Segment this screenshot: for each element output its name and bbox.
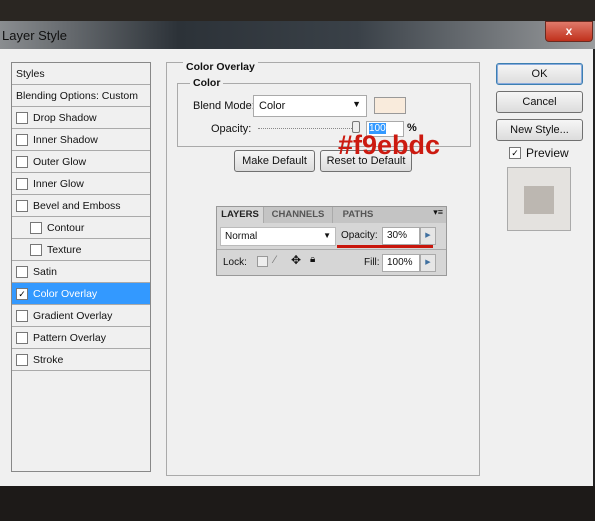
background-bottom <box>0 486 595 521</box>
blend-mode-label: Blend Mode: <box>193 100 255 112</box>
checkbox-icon[interactable] <box>16 265 28 278</box>
sidebar-item[interactable]: ✓ Color Overlay <box>12 283 150 305</box>
checkbox-icon[interactable] <box>16 353 28 366</box>
ok-button[interactable]: OK <box>496 63 583 85</box>
sidebar-item-label: Pattern Overlay <box>33 331 106 344</box>
sidebar-item[interactable]: Styles <box>12 63 150 85</box>
fill-label: Fill: <box>364 257 380 268</box>
layer-opacity-value: 30% <box>387 230 408 241</box>
group-title: Color <box>190 77 224 89</box>
brush-icon[interactable]: ⁄ <box>274 254 276 266</box>
layer-blend-select[interactable]: Normal ▼ <box>220 227 336 246</box>
opacity-label: Opacity: <box>211 123 252 135</box>
sidebar-item-label: Color Overlay <box>33 287 98 300</box>
sidebar-item[interactable]: Satin <box>12 261 150 283</box>
highlight-underline <box>337 245 433 248</box>
title-bar: Layer Style x <box>0 21 595 49</box>
checkbox-icon[interactable] <box>16 309 28 322</box>
checkbox-icon[interactable] <box>16 133 28 146</box>
sidebar-item-label: Stroke <box>33 353 64 366</box>
sidebar-item[interactable]: Inner Glow <box>12 173 150 195</box>
sidebar-item-label: Drop Shadow <box>33 111 97 124</box>
checkbox-icon[interactable] <box>30 243 42 256</box>
tab-channels[interactable]: CHANNELS <box>264 207 333 223</box>
opacity-arrow-icon[interactable]: ▶ <box>420 227 436 245</box>
tab-paths[interactable]: PATHS <box>333 207 384 223</box>
blend-mode-value: Color <box>259 100 286 112</box>
sidebar-item[interactable]: Drop Shadow <box>12 107 150 129</box>
sidebar-item-label: Texture <box>47 243 82 256</box>
sidebar-item-label: Inner Shadow <box>33 133 98 146</box>
preview-checkbox[interactable]: ✓ Preview <box>509 146 569 160</box>
sidebar-item-label: Bevel and Emboss <box>33 199 121 212</box>
sidebar-item[interactable]: Texture <box>12 239 150 261</box>
sidebar-item[interactable]: Bevel and Emboss <box>12 195 150 217</box>
lock-label: Lock: <box>223 257 247 268</box>
checkbox-icon: ✓ <box>509 147 521 159</box>
sidebar-item[interactable]: Stroke <box>12 349 150 371</box>
layer-opacity-label: Opacity: <box>341 230 378 241</box>
fill-value: 100% <box>387 257 413 268</box>
preview-thumbnail <box>507 167 571 231</box>
close-button[interactable]: x <box>545 21 593 42</box>
sidebar-item-label: Blending Options: Custom <box>16 89 138 102</box>
color-swatch[interactable] <box>374 97 406 114</box>
sidebar-item-label: Inner Glow <box>33 177 84 190</box>
sidebar-item[interactable]: Gradient Overlay <box>12 305 150 327</box>
tab-layers[interactable]: LAYERS <box>217 207 264 223</box>
checkbox-icon[interactable] <box>16 111 28 124</box>
sidebar-item[interactable]: Inner Shadow <box>12 129 150 151</box>
fill-input[interactable]: 100% <box>382 254 420 272</box>
layer-blend-value: Normal <box>225 231 258 242</box>
new-style-button[interactable]: New Style... <box>496 119 583 141</box>
checkbox-icon[interactable] <box>16 155 28 168</box>
preview-label: Preview <box>526 146 569 160</box>
window-title: Layer Style <box>2 28 68 43</box>
sidebar-item[interactable]: Outer Glow <box>12 151 150 173</box>
preview-swatch <box>524 186 554 214</box>
checkbox-icon[interactable]: ✓ <box>16 287 28 300</box>
checkbox-icon[interactable] <box>16 199 28 212</box>
sidebar-item-label: Contour <box>47 221 85 234</box>
sidebar-item[interactable]: Contour <box>12 217 150 239</box>
panel-menu-icon[interactable]: ▾≡ <box>383 207 446 223</box>
blend-mode-select[interactable]: Color ▼ <box>253 95 367 117</box>
make-default-button[interactable]: Make Default <box>234 150 315 172</box>
sidebar-item[interactable]: Pattern Overlay <box>12 327 150 349</box>
checkbox-icon[interactable] <box>30 221 42 234</box>
checkbox-icon[interactable] <box>16 331 28 344</box>
checkbox-icon[interactable] <box>16 177 28 190</box>
layer-opacity-input[interactable]: 30% <box>382 227 420 245</box>
sidebar-item-label: Styles <box>16 67 45 80</box>
layers-panel: LAYERS CHANNELS PATHS ▾≡ Normal ▼ Opacit… <box>216 206 447 276</box>
sidebar-item-label: Gradient Overlay <box>33 309 113 322</box>
cancel-button[interactable]: Cancel <box>496 91 583 113</box>
section-title: Color Overlay <box>183 61 258 73</box>
chevron-down-icon: ▼ <box>352 99 361 109</box>
hex-annotation: #f9ebdc <box>338 130 441 160</box>
sidebar-item-label: Satin <box>33 265 57 278</box>
lock-transparency-icon[interactable] <box>257 256 268 267</box>
sidebar-item[interactable]: Blending Options: Custom <box>12 85 150 107</box>
move-icon[interactable]: ✥ <box>291 253 301 267</box>
chevron-down-icon: ▼ <box>323 231 331 240</box>
sidebar-item-label: Outer Glow <box>33 155 87 168</box>
lock-icon[interactable]: 🔒︎ <box>310 254 315 265</box>
styles-list: Styles Blending Options: Custom Drop Shado… <box>11 62 151 472</box>
fill-arrow-icon[interactable]: ▶ <box>420 254 436 272</box>
